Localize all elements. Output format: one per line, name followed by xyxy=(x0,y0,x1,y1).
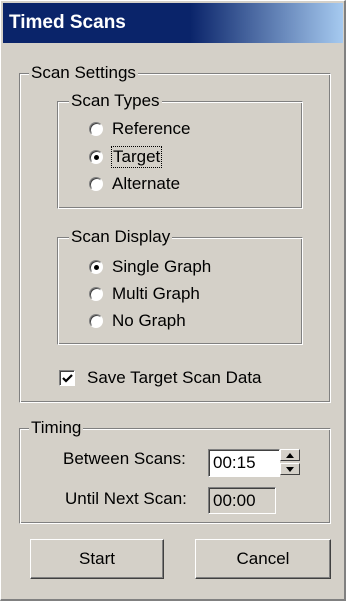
radio-target[interactable]: Target xyxy=(89,146,163,168)
radio-alternate-button[interactable] xyxy=(89,177,103,191)
checkmark-icon xyxy=(62,374,73,383)
radio-reference-button[interactable] xyxy=(89,122,103,136)
radio-alternate-label: Alternate xyxy=(112,174,181,193)
until-next-scan-label: Until Next Scan: xyxy=(65,489,187,508)
timing-legend: Timing xyxy=(29,418,84,438)
save-target-checkbox[interactable] xyxy=(59,370,75,386)
cancel-button[interactable]: Cancel xyxy=(195,539,331,579)
scan-types-legend: Scan Types xyxy=(69,91,162,111)
radio-multi-graph-button[interactable] xyxy=(89,287,103,301)
scan-settings-legend: Scan Settings xyxy=(29,63,138,83)
radio-target-label: Target xyxy=(110,146,163,168)
radio-no-graph-label: No Graph xyxy=(112,311,186,330)
radio-reference[interactable]: Reference xyxy=(89,119,190,139)
radio-alternate[interactable]: Alternate xyxy=(89,174,180,194)
between-scans-field[interactable]: 00:15 xyxy=(208,449,280,477)
between-scans-label: Between Scans: xyxy=(63,449,186,468)
radio-target-button[interactable] xyxy=(89,150,103,164)
save-target-checkbox-row[interactable]: Save Target Scan Data xyxy=(59,368,262,388)
scan-display-legend: Scan Display xyxy=(69,227,173,247)
window-title: Timed Scans xyxy=(3,3,343,43)
radio-multi-graph[interactable]: Multi Graph xyxy=(89,284,200,304)
spin-up-button[interactable] xyxy=(280,449,300,461)
until-next-scan-field: 00:00 xyxy=(208,487,276,514)
radio-no-graph[interactable]: No Graph xyxy=(89,311,186,331)
start-button[interactable]: Start xyxy=(30,539,164,579)
radio-multi-graph-label: Multi Graph xyxy=(112,284,200,303)
timed-scans-window: Timed Scans Scan Settings Scan Types Ref… xyxy=(0,0,346,601)
radio-single-graph[interactable]: Single Graph xyxy=(89,257,211,277)
radio-single-graph-button[interactable] xyxy=(89,260,103,274)
spin-down-button[interactable] xyxy=(280,463,300,475)
save-target-label: Save Target Scan Data xyxy=(87,368,262,387)
radio-no-graph-button[interactable] xyxy=(89,314,103,328)
radio-single-graph-label: Single Graph xyxy=(112,257,212,276)
radio-reference-label: Reference xyxy=(112,119,191,138)
arrow-down-icon xyxy=(286,466,294,472)
between-scans-spinner xyxy=(280,449,300,477)
arrow-up-icon xyxy=(286,452,294,458)
